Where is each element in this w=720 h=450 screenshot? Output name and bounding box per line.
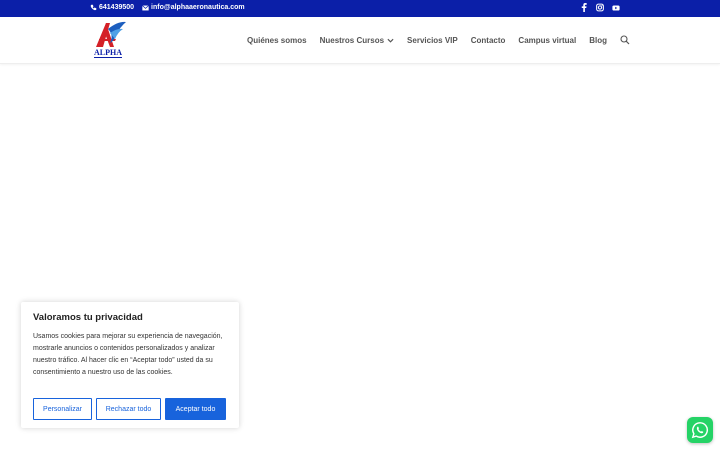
phone-number: 641439500	[99, 4, 135, 11]
email-address: info@alphaaeronautica.com	[151, 4, 245, 11]
facebook-icon[interactable]	[580, 3, 588, 12]
accept-all-button[interactable]: Aceptar todo	[165, 398, 226, 420]
instagram-icon[interactable]	[596, 3, 604, 12]
email-link[interactable]: info@alphaaeronautica.com	[142, 4, 245, 11]
site-logo[interactable]: ALPHA	[92, 19, 128, 61]
social-links	[580, 3, 620, 12]
nav-item-blog[interactable]: Blog	[589, 36, 607, 45]
nav-item-campus-virtual[interactable]: Campus virtual	[518, 36, 576, 45]
nav-item-servicios-vip[interactable]: Servicios VIP	[407, 36, 458, 45]
cookie-consent-banner: Valoramos tu privacidad Usamos cookies p…	[21, 302, 239, 428]
top-bar: 641439500 info@alphaaeronautica.com	[0, 0, 720, 17]
logo-text: ALPHA	[94, 48, 122, 57]
nav-item-contacto[interactable]: Contacto	[471, 36, 506, 45]
reject-all-button[interactable]: Rechazar todo	[96, 398, 161, 420]
chevron-down-icon	[387, 38, 394, 43]
whatsapp-icon	[691, 422, 709, 439]
email-icon	[142, 4, 149, 10]
youtube-icon[interactable]	[612, 3, 620, 12]
phone-icon	[90, 4, 97, 11]
search-icon[interactable]	[620, 35, 630, 45]
site-header: ALPHA Quiénes somos Nuestros Cursos Serv…	[0, 17, 720, 64]
whatsapp-button[interactable]	[687, 417, 713, 443]
nav-item-quienes-somos[interactable]: Quiénes somos	[247, 36, 307, 45]
cookie-actions: Personalizar Rechazar todo Aceptar todo	[33, 398, 226, 420]
cookie-title: Valoramos tu privacidad	[33, 312, 143, 323]
phone-link[interactable]: 641439500	[90, 4, 134, 11]
customize-button[interactable]: Personalizar	[33, 398, 92, 420]
contact-info: 641439500 info@alphaaeronautica.com	[90, 4, 245, 11]
cookie-description: Usamos cookies para mejorar su experienc…	[33, 333, 223, 376]
nav-item-nuestros-cursos[interactable]: Nuestros Cursos	[320, 36, 394, 45]
main-nav: Quiénes somos Nuestros Cursos Servicios …	[247, 35, 630, 45]
nav-item-label: Nuestros Cursos	[319, 35, 385, 45]
